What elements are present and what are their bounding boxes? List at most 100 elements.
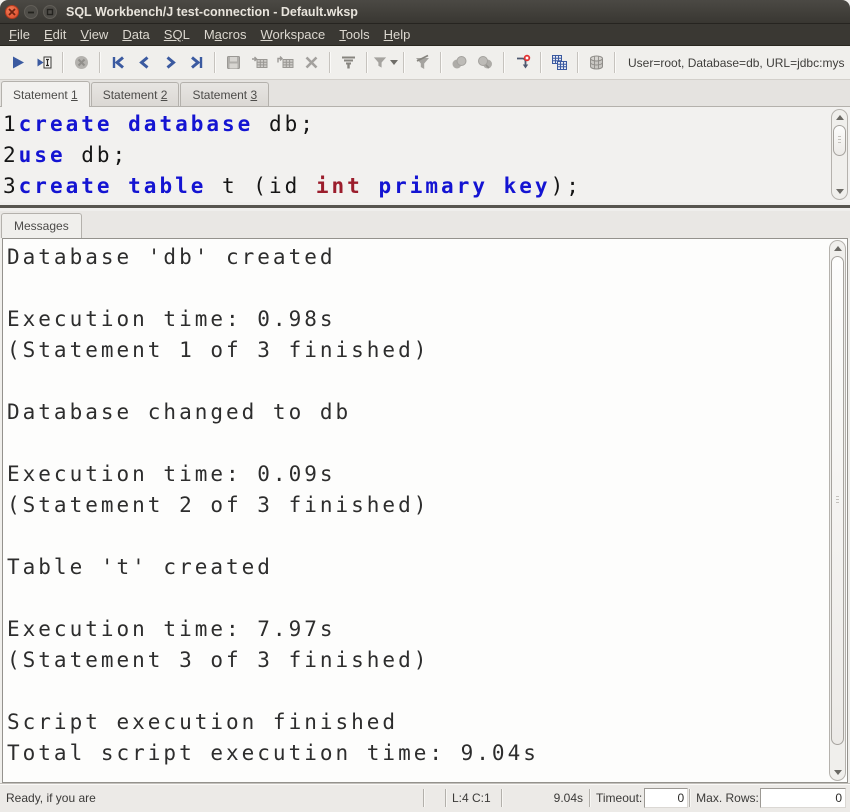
timeout-label: Timeout: — [596, 791, 643, 805]
status-divider — [445, 789, 447, 807]
sql-editor[interactable]: 1create database db; 2use db; 3create ta… — [0, 107, 850, 202]
close-button[interactable] — [5, 4, 19, 19]
toolbar-separator — [366, 52, 367, 73]
status-divider — [423, 789, 425, 807]
filter-icon — [341, 56, 355, 69]
editor-scrollbar[interactable] — [831, 109, 848, 200]
floppy-icon — [226, 56, 240, 69]
scroll-track[interactable] — [832, 125, 847, 184]
execute-all-button[interactable] — [5, 50, 31, 76]
toolbar-separator — [99, 52, 100, 73]
code-line-3: 3create table t (id int primary key); — [3, 174, 582, 198]
toolbar-separator — [577, 52, 578, 73]
toolbar-separator — [440, 52, 441, 73]
status-divider — [501, 789, 503, 807]
reset-filter-button[interactable] — [409, 50, 435, 76]
scroll-track[interactable] — [830, 256, 845, 765]
toolbar-separator — [329, 52, 330, 73]
status-divider — [589, 789, 591, 807]
toolbar-separator — [403, 52, 404, 73]
menubar: File Edit View Data SQL Macros Workspace… — [0, 24, 850, 46]
rollback-icon — [477, 56, 492, 69]
menu-help[interactable]: Help — [377, 24, 418, 45]
scroll-up-button[interactable] — [832, 110, 847, 125]
scroll-thumb[interactable] — [833, 125, 846, 156]
scroll-down-button[interactable] — [830, 765, 845, 780]
max-rows-input[interactable] — [760, 788, 846, 808]
toolbar-separator — [540, 52, 541, 73]
arrow-up-icon — [833, 246, 842, 251]
last-icon — [190, 56, 202, 69]
toolbar-separator — [614, 52, 615, 73]
menu-data[interactable]: Data — [115, 24, 156, 45]
previous-statement-button[interactable] — [131, 50, 157, 76]
scroll-down-button[interactable] — [832, 184, 847, 199]
tab-statement-3[interactable]: Statement 3 — [180, 82, 270, 106]
messages-panel[interactable]: Database 'db' created Execution time: 0.… — [2, 238, 848, 783]
insert-row-button[interactable] — [246, 50, 272, 76]
cancel-button[interactable] — [68, 50, 94, 76]
maximize-button[interactable] — [43, 4, 57, 19]
copy-row-button[interactable] — [272, 50, 298, 76]
messages-scrollbar[interactable] — [829, 240, 846, 781]
play-icon — [12, 56, 24, 69]
status-message: Ready, if you are — [6, 791, 96, 805]
last-statement-button[interactable] — [183, 50, 209, 76]
delete-row-button[interactable] — [298, 50, 324, 76]
close-icon — [8, 7, 16, 16]
menu-macros[interactable]: Macros — [197, 24, 254, 45]
chevron-left-icon — [138, 56, 148, 69]
statusbar: Ready, if you are L:4 C:1 9.04s Timeout:… — [0, 783, 850, 812]
execution-time: 9.04s — [553, 791, 583, 805]
titlebar[interactable]: SQL Workbench/J test-connection - Defaul… — [0, 0, 850, 24]
toolbar-separator — [503, 52, 504, 73]
minimize-button[interactable] — [24, 4, 38, 19]
scroll-thumb[interactable] — [831, 256, 844, 745]
messages-tabstrip: Messages — [0, 211, 850, 238]
commit-button[interactable] — [446, 50, 472, 76]
filter-off-icon — [415, 54, 429, 69]
rollback-button[interactable] — [472, 50, 498, 76]
database-button[interactable] — [583, 50, 609, 76]
menu-workspace[interactable]: Workspace — [253, 24, 332, 45]
menu-view[interactable]: View — [73, 24, 115, 45]
filter-button[interactable] — [335, 50, 361, 76]
stop-icon — [74, 56, 88, 69]
tab-statement-1[interactable]: Statement 1 — [1, 81, 90, 107]
minimize-icon — [28, 11, 34, 13]
chevron-right-icon — [166, 56, 176, 69]
toolbar: User=root, Database=db, URL=jdbc:mysq — [0, 46, 850, 80]
menu-tools[interactable]: Tools — [332, 24, 376, 45]
splitter-handle[interactable] — [0, 202, 850, 211]
toolbar-separator — [214, 52, 215, 73]
code-line-2: 2use db; — [3, 143, 129, 167]
delete-row-icon — [305, 56, 317, 69]
messages-text: Database 'db' created Execution time: 0.… — [7, 245, 539, 765]
status-divider — [689, 789, 692, 807]
play-cursor-icon — [37, 56, 51, 69]
quick-filter-button[interactable] — [372, 50, 398, 76]
ignore-errors-button[interactable] — [509, 50, 535, 76]
table-grid-icon — [551, 55, 567, 70]
scroll-up-button[interactable] — [830, 241, 845, 256]
maximize-icon — [46, 8, 54, 15]
tab-statement-2[interactable]: Statement 2 — [90, 82, 180, 106]
tab-messages[interactable]: Messages — [1, 213, 82, 238]
first-statement-button[interactable] — [105, 50, 131, 76]
splitter-bar — [0, 205, 850, 208]
menu-edit[interactable]: Edit — [37, 24, 73, 45]
save-button[interactable] — [220, 50, 246, 76]
cursor-position: L:4 C:1 — [452, 791, 491, 805]
db-explorer-button[interactable] — [546, 50, 572, 76]
menu-file[interactable]: File — [2, 24, 37, 45]
code-line-1: 1create database db; — [3, 112, 316, 136]
toolbar-separator — [62, 52, 63, 73]
window-controls — [5, 4, 57, 19]
database-icon — [589, 55, 603, 70]
timeout-input[interactable] — [644, 788, 689, 808]
next-statement-button[interactable] — [157, 50, 183, 76]
filter-dropdown-icon — [373, 57, 387, 68]
statement-tabstrip: Statement 1 Statement 2 Statement 3 — [0, 80, 850, 107]
menu-sql[interactable]: SQL — [157, 24, 197, 45]
execute-current-button[interactable] — [31, 50, 57, 76]
